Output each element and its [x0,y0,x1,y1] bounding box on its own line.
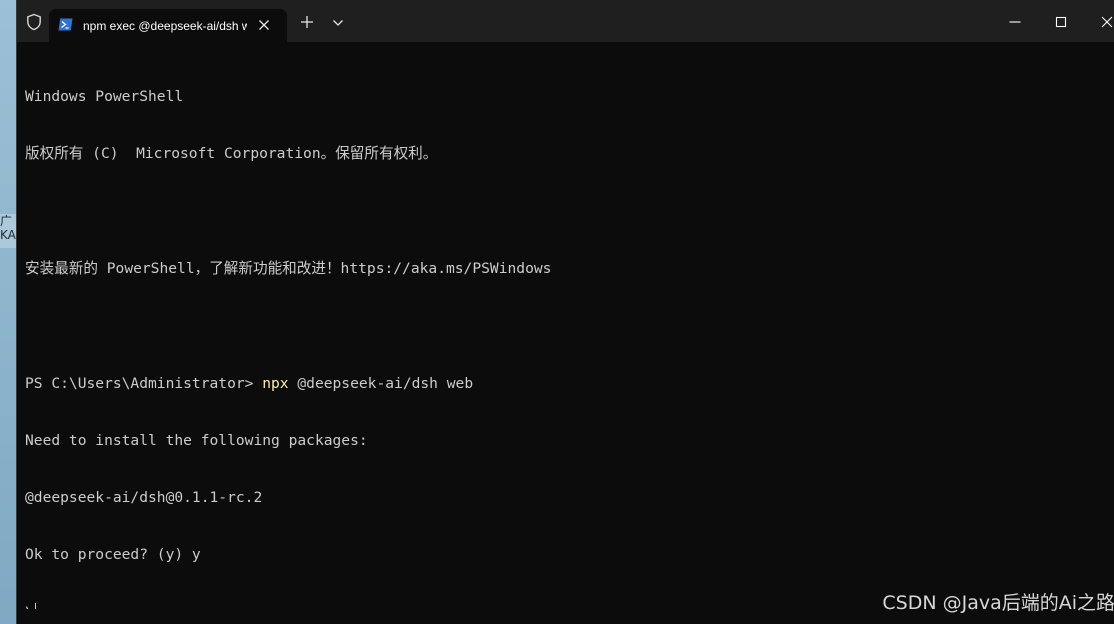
command-line: PS C:\Users\Administrator> npx @deepseek… [25,374,1105,393]
shield-icon [27,13,41,31]
tab-title: npm exec @deepseek-ai/dsh web [83,19,247,33]
chevron-down-icon[interactable] [331,16,345,30]
text-cursor [34,602,36,609]
close-icon[interactable] [1095,10,1114,34]
terminal-window: npm exec @deepseek-ai/dsh web Windows Po… [16,0,1114,624]
terminal-line: 安装最新的 PowerShell，了解新功能和改进！https://aka.ms… [25,260,552,278]
spinner-text: \ [25,604,34,609]
desktop-icon-fragment[interactable]: 广 KA [0,214,16,248]
tab-npm-exec[interactable]: npm exec @deepseek-ai/dsh web [49,9,287,42]
title-bar[interactable]: npm exec @deepseek-ai/dsh web [17,0,1114,42]
watermark: CSDN @Java后端的Ai之路 [882,592,1114,614]
terminal-line: Ok to proceed? (y) y [25,546,201,564]
terminal-line: Need to install the following packages: [25,431,368,449]
desktop-fragment-text: 广 [0,214,13,228]
close-icon[interactable] [255,16,273,34]
command-args: @deepseek-ai/dsh web [288,374,474,392]
minimize-icon[interactable] [1003,10,1027,34]
powershell-icon [58,18,73,31]
prompt-text: PS C:\Users\Administrator> [25,374,263,392]
plus-icon[interactable] [299,14,315,30]
terminal-line: @deepseek-ai/dsh@0.1.1-rc.2 [25,489,263,507]
terminal-output[interactable]: Windows PowerShell 版权所有 (C) Microsoft Co… [25,49,1105,609]
terminal-line: Windows PowerShell [25,88,184,106]
command-name: npx [262,374,289,392]
desktop-fragment-text: KA [0,228,16,242]
terminal-line: 版权所有 (C) Microsoft Corporation。保留所有权利。 [25,145,438,163]
maximize-icon[interactable] [1049,10,1073,34]
